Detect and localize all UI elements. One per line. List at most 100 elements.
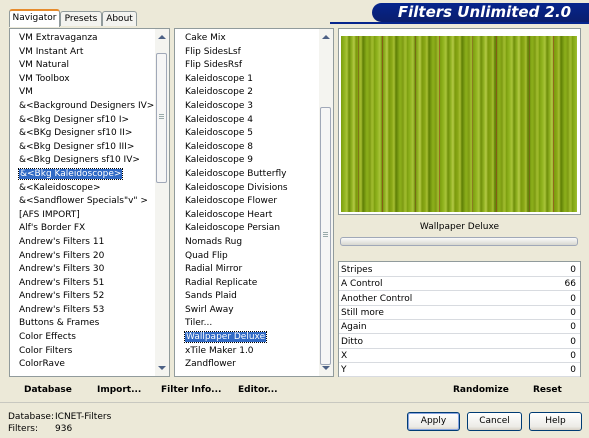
tab-about[interactable]: About [102,11,137,26]
filter-item[interactable]: Kaleidoscope 5 [184,127,318,141]
control-label: Another Control [341,293,413,304]
category-item[interactable]: &<Bkg Designers sf10 IV> [18,154,154,168]
filter-scrollbar[interactable] [319,29,333,376]
control-value[interactable]: 0 [570,292,576,306]
category-scrollbar[interactable] [155,29,169,376]
category-item[interactable]: &<Sandflower Specials"v" > [18,195,154,209]
footer-divider [0,402,589,403]
reset-button[interactable]: Reset [533,385,562,395]
category-item[interactable]: VM [18,86,154,100]
control-row[interactable]: Still more 0 [339,306,580,320]
filter-info-button[interactable]: Filter Info... [161,385,221,395]
category-item[interactable]: Buttons & Frames [18,317,154,331]
category-item-label: Alf's Border FX [19,223,86,234]
category-item[interactable]: Andrew's Filters 53 [18,304,154,318]
scroll-down-icon[interactable] [158,366,166,370]
control-row[interactable]: X0 [339,349,580,363]
import-button[interactable]: Import... [97,385,141,395]
category-item[interactable]: Color Filters [18,345,154,359]
filter-item-label: xTile Maker 1.0 [185,345,254,356]
control-row[interactable]: A Control 66 [339,277,580,292]
filter-item[interactable]: Kaleidoscope Divisions [184,182,318,196]
scroll-up-icon[interactable] [322,35,330,39]
category-item[interactable]: VM Extravaganza [18,32,154,46]
filter-item[interactable]: Radial Mirror [184,263,318,277]
category-item[interactable]: &<BKg Designer sf10 II> [18,127,154,141]
category-item[interactable]: [AFS IMPORT] [18,209,154,223]
scroll-down-icon[interactable] [322,366,330,370]
help-button[interactable]: Help [529,412,582,431]
category-item[interactable]: ColorRave [18,358,154,372]
filter-item[interactable]: Kaleidoscope Butterfly [184,168,318,182]
filter-item[interactable]: Radial Replicate [184,277,318,291]
filter-item[interactable]: xTile Maker 1.0 [184,345,318,359]
control-value[interactable]: 66 [565,277,576,291]
filter-item-label: Kaleidoscope Heart [185,209,273,220]
editor-button[interactable]: Editor... [238,385,278,395]
filter-item-label: Kaleidoscope 4 [185,114,253,125]
filter-item[interactable]: Quad Flip [184,250,318,264]
filter-item[interactable]: Wallpaper Deluxe [183,331,318,345]
filter-item[interactable]: Sands Plaid [184,290,318,304]
category-item[interactable]: Andrew's Filters 11 [18,236,154,250]
filter-item[interactable]: Kaleidoscope 2 [184,86,318,100]
filter-item[interactable]: Kaleidoscope 4 [184,114,318,128]
control-value[interactable]: 0 [570,349,576,363]
category-item[interactable]: VM Toolbox [18,73,154,87]
preview-image [341,36,577,212]
filter-scroll-thumb[interactable] [320,107,331,365]
filter-list[interactable]: Cake Mix Flip SidesLsf Flip SidesRsf Kaleid… [175,29,318,376]
filter-item[interactable]: Flip SidesLsf [184,46,318,60]
control-value[interactable]: 0 [570,263,576,277]
control-row[interactable]: Stripes 0 [339,263,580,277]
filter-item[interactable]: Kaleidoscope Heart [184,209,318,223]
category-scroll-thumb[interactable] [156,53,167,183]
category-item-label: Color Filters [19,345,73,356]
filter-item[interactable]: Swirl Away [184,304,318,318]
filter-item[interactable]: Flip SidesRsf [184,59,318,73]
filter-item[interactable]: Kaleidoscope 9 [184,154,318,168]
category-item[interactable]: Andrew's Filters 51 [18,277,154,291]
progress-bar [340,237,578,246]
cancel-button[interactable]: Cancel [467,412,522,431]
control-row[interactable]: Y0 [339,363,580,378]
category-item[interactable]: &<Kaleidoscope> [18,182,154,196]
category-item[interactable]: VM Natural [18,59,154,73]
category-item[interactable]: Andrew's Filters 30 [18,263,154,277]
category-list[interactable]: VM Extravaganza VM Instant Art VM Natural V… [10,29,154,376]
scroll-up-icon[interactable] [158,35,166,39]
control-value[interactable]: 0 [570,335,576,349]
control-row[interactable]: Another Control 0 [339,292,580,306]
apply-button[interactable]: Apply [407,412,460,431]
filter-item[interactable]: Nomads Rug [184,236,318,250]
category-item[interactable]: &<Background Designers IV> [18,100,154,114]
filter-item[interactable]: Kaleidoscope Flower [184,195,318,209]
control-row[interactable]: Again 0 [339,320,580,335]
filter-item[interactable]: Tiler... [184,317,318,331]
category-item[interactable]: Alf's Border FX [18,222,154,236]
filter-item[interactable]: Kaleidoscope 3 [184,100,318,114]
control-value[interactable]: 0 [570,306,576,320]
filter-item[interactable]: Zandflower [184,358,318,372]
category-item[interactable]: Color Effects [18,331,154,345]
filter-item[interactable]: Cake Mix [184,32,318,46]
filter-item[interactable]: Kaleidoscope 8 [184,141,318,155]
category-item[interactable]: Andrew's Filters 20 [18,250,154,264]
database-button[interactable]: Database [24,385,72,395]
filter-item[interactable]: Kaleidoscope 1 [184,73,318,87]
filter-item[interactable]: Kaleidoscope Persian [184,222,318,236]
category-item[interactable]: Andrew's Filters 52 [18,290,154,304]
control-row[interactable]: Ditto 0 [339,335,580,349]
filter-item-label: Nomads Rug [185,236,243,247]
category-item[interactable]: &<Bkg Designer sf10 I> [18,114,154,128]
category-item[interactable]: &<Bkg Designer sf10 III> [18,141,154,155]
category-item[interactable]: &<Bkg Kaleidoscope> [17,167,154,182]
filter-item-label: Radial Mirror [185,264,243,275]
tab-navigator[interactable]: Navigator [9,9,60,27]
database-label: Database: [8,412,54,422]
tab-presets[interactable]: Presets [60,11,102,26]
randomize-button[interactable]: Randomize [453,385,509,395]
control-value[interactable]: 0 [570,363,576,377]
category-item[interactable]: VM Instant Art [18,46,154,60]
control-value[interactable]: 0 [570,320,576,334]
